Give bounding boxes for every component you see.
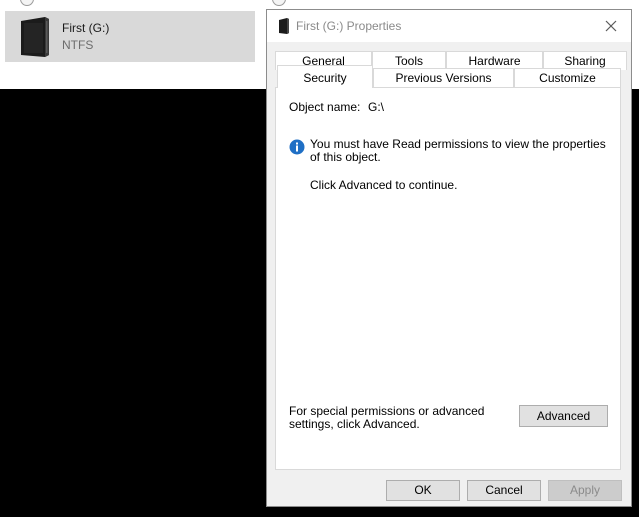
ok-button[interactable]: OK (386, 480, 460, 501)
circle-icon (20, 0, 34, 6)
special-permissions-text: For special permissions or advanced sett… (289, 404, 485, 431)
advanced-button[interactable]: Advanced (519, 405, 608, 427)
drive-name: First (G:) (62, 21, 110, 35)
security-panel: Object name: G:\ You must have Read perm… (275, 87, 621, 470)
tab-customize[interactable]: Customize (514, 68, 621, 87)
drive-item-first-g[interactable]: First (G:) NTFS (5, 11, 255, 62)
info-icon (289, 139, 305, 155)
dialog-titlebar[interactable]: First (G:) Properties (267, 10, 631, 42)
cancel-button[interactable]: Cancel (467, 480, 541, 501)
close-button[interactable] (591, 10, 631, 42)
object-name-value: G:\ (368, 100, 385, 114)
close-icon (605, 20, 617, 32)
tab-previous-versions[interactable]: Previous Versions (373, 68, 514, 87)
object-name-label: Object name: (289, 100, 361, 114)
apply-button[interactable]: Apply (548, 480, 622, 501)
tab-security[interactable]: Security (277, 65, 373, 88)
circle-icon (272, 0, 286, 6)
properties-dialog: First (G:) Properties General Tools Hard… (266, 9, 632, 507)
drive-filesystem: NTFS (62, 38, 94, 52)
external-drive-icon (21, 17, 49, 57)
permission-message: You must have Read permissions to view t… (310, 137, 606, 164)
drive-icon (279, 18, 289, 34)
dialog-title: First (G:) Properties (296, 19, 402, 33)
advanced-note: Click Advanced to continue. (310, 178, 458, 192)
explorer-toolbar-remnant (20, 0, 286, 6)
